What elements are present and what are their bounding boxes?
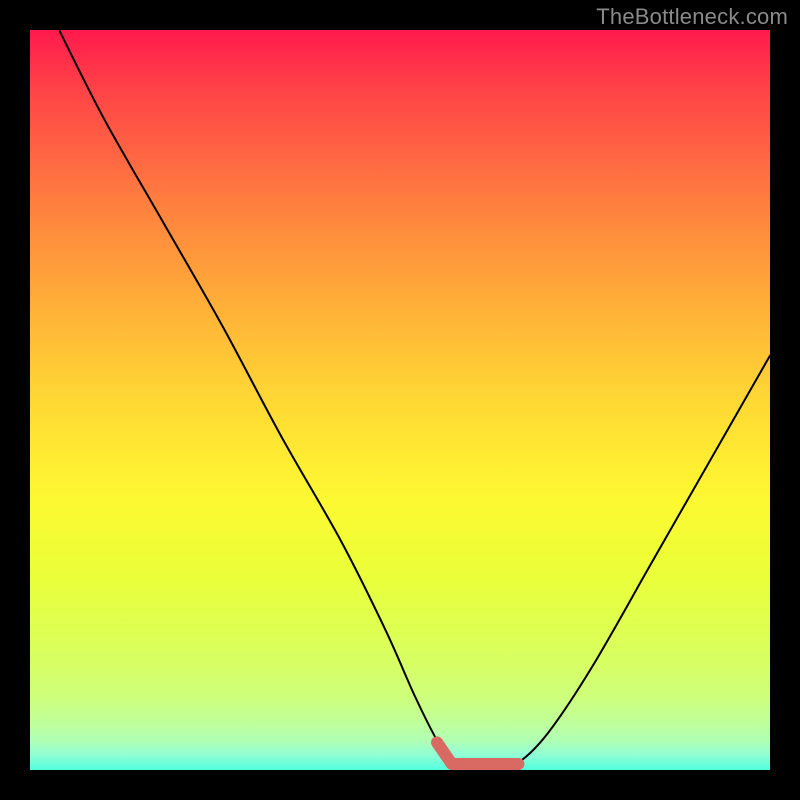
watermark-text: TheBottleneck.com <box>596 4 788 30</box>
optimal-zone-highlight <box>437 742 518 764</box>
chart-svg <box>30 30 770 770</box>
chart-frame: TheBottleneck.com <box>0 0 800 800</box>
bottleneck-curve-line <box>60 31 770 770</box>
